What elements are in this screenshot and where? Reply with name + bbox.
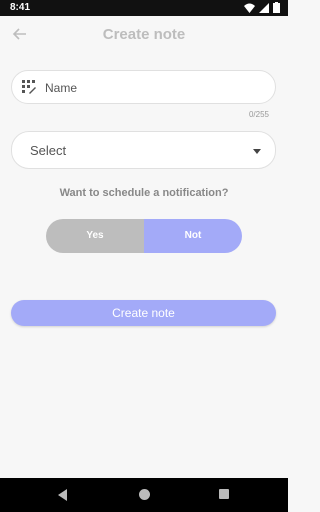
- nav-recents-icon[interactable]: [219, 489, 229, 499]
- dropdown-arrow-icon: [253, 149, 261, 154]
- name-placeholder: Name: [45, 81, 78, 95]
- pattern-icon: [22, 80, 36, 94]
- signal-icon: [259, 2, 269, 13]
- nav-home-icon[interactable]: [139, 489, 150, 500]
- nav-back-icon[interactable]: [58, 489, 67, 501]
- schedule-toggle: Yes Not: [46, 219, 242, 253]
- category-select[interactable]: Select: [11, 131, 276, 169]
- status-icons: [244, 2, 280, 13]
- toggle-not-option[interactable]: Not: [144, 219, 242, 253]
- battery-icon: [273, 2, 280, 13]
- schedule-question: Want to schedule a notification?: [59, 187, 229, 199]
- navigation-bar: [0, 478, 288, 512]
- status-time: 8:41: [10, 2, 31, 13]
- app-bar: Create note: [0, 16, 288, 52]
- wifi-icon: [244, 3, 255, 13]
- create-note-button[interactable]: Create note: [11, 300, 276, 326]
- select-value: Select: [30, 143, 67, 158]
- page-title: Create note: [102, 26, 186, 43]
- toggle-yes-option[interactable]: Yes: [46, 219, 144, 253]
- status-bar: 8:41: [0, 0, 288, 16]
- name-input[interactable]: Name: [11, 70, 276, 104]
- character-counter: 0/255: [248, 110, 269, 119]
